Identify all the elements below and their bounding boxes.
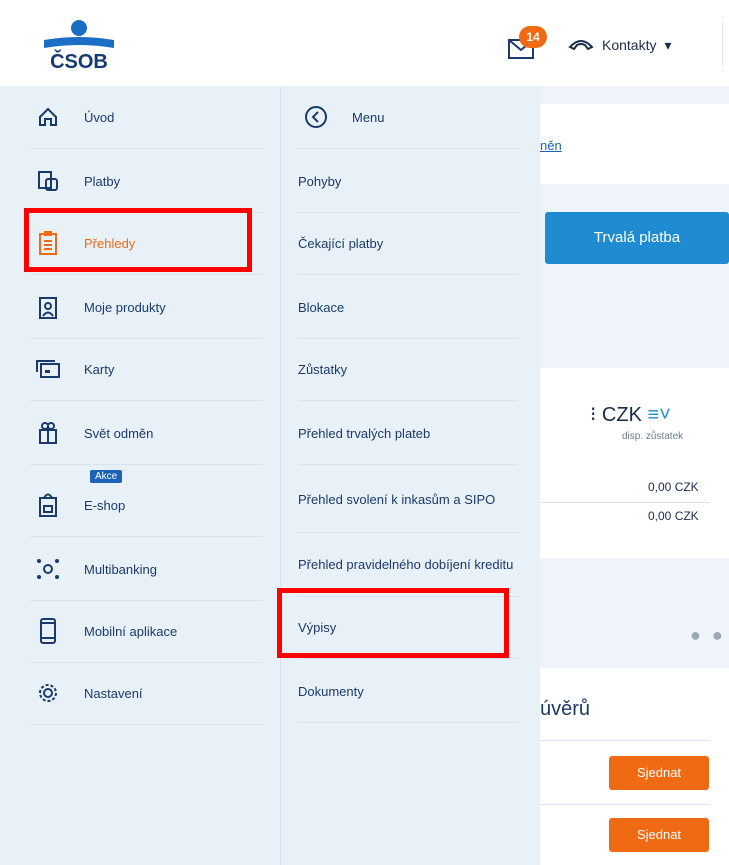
menu-item-multibanking[interactable]: Multibanking	[30, 538, 263, 601]
menu-item-uvod[interactable]: Úvod	[30, 86, 263, 149]
gear-icon	[30, 679, 66, 707]
menu-item-svet-odmen[interactable]: Svět odměn	[30, 402, 263, 465]
submenu-item-label: Přehled trvalých plateb	[298, 425, 431, 441]
submenu-item-label: Blokace	[298, 299, 345, 315]
amount-row-1: 0,00 CZK	[648, 480, 699, 494]
sjednat-button[interactable]: Sjednat	[609, 818, 709, 852]
svg-text:ČSOB: ČSOB	[50, 49, 108, 73]
top-header: ČSOB 14 Kontakty ▾	[0, 0, 729, 87]
submenu-item-pohyby[interactable]: Pohyby	[298, 150, 518, 213]
account-card	[540, 368, 729, 558]
submenu-item-label: Přehled pravidelného dobíjení kreditu	[298, 556, 514, 572]
gift-icon	[30, 419, 66, 447]
amount-row-2: 0,00 CZK	[648, 509, 699, 523]
contacts-label: Kontakty	[602, 37, 657, 53]
balance-label: disp. zůstatek	[622, 431, 684, 442]
submenu-item-label: Dokumenty	[298, 683, 364, 699]
row-divider	[540, 804, 710, 805]
submenu-item-cekajici-platby[interactable]: Čekající platby	[298, 212, 518, 275]
submenu-item-label: Přehled svolení k inkasům a SIPO	[298, 491, 496, 507]
menu-item-platby[interactable]: Platby	[30, 150, 263, 213]
carousel-dots[interactable]: ● ●	[690, 625, 726, 646]
menu-item-label: Úvod	[84, 109, 115, 125]
menu-item-mobilni-aplikace[interactable]: Mobilní aplikace	[30, 600, 263, 663]
menu-item-label: Moje produkty	[84, 299, 166, 315]
akce-badge: Akce	[90, 470, 123, 483]
mobile-icon	[30, 617, 66, 645]
menu-item-label: Mobilní aplikace	[84, 623, 178, 639]
trvala-platba-button[interactable]: Trvalá platba	[545, 212, 729, 264]
background-card	[540, 104, 729, 184]
products-icon	[30, 293, 66, 321]
menu-item-e-shop[interactable]: E-shop	[30, 474, 263, 537]
balance-value: ⁝ CZK ≡˅	[590, 404, 671, 426]
cards-icon	[30, 355, 66, 383]
submenu-item-dokumenty[interactable]: Dokumenty	[298, 660, 518, 723]
csob-logo[interactable]: ČSOB	[40, 18, 118, 74]
multibanking-icon	[30, 555, 66, 583]
menu-item-label: Platby	[84, 173, 121, 189]
phone-icon	[568, 37, 594, 54]
submenu-item-label: Pohyby	[298, 173, 342, 189]
submenu-item-label: Čekající platby	[298, 235, 384, 251]
highlight-prehledy	[24, 208, 252, 272]
row-divider	[540, 502, 710, 503]
row-divider	[540, 740, 710, 741]
menu-back-label: Menu	[352, 109, 385, 125]
chevron-down-icon: ▾	[664, 36, 672, 53]
menu-item-label: Nastavení	[84, 685, 143, 701]
menu-item-label: Karty	[84, 361, 115, 377]
highlight-vypisy	[277, 588, 509, 658]
menu-column-divider	[280, 86, 281, 865]
menu-item-moje-produkty[interactable]: Moje produkty	[30, 276, 263, 339]
submenu-item-prehled-svoleni[interactable]: Přehled svolení k inkasům a SIPO	[298, 466, 518, 533]
submenu-item-zustatky[interactable]: Zůstatky	[298, 338, 518, 401]
menu-item-karty[interactable]: Karty	[30, 338, 263, 401]
submenu-item-label: Zůstatky	[298, 361, 348, 377]
sjednat-button[interactable]: Sjednat	[609, 756, 709, 790]
contacts-dropdown[interactable]: Kontakty ▾	[568, 30, 672, 60]
shop-icon	[30, 491, 66, 519]
mail-count-badge: 14	[519, 26, 547, 48]
home-icon	[30, 103, 66, 131]
menu-item-label: E-shop	[84, 497, 126, 513]
submenu-item-prehled-trvalych-plateb[interactable]: Přehled trvalých plateb	[298, 402, 518, 465]
background-link[interactable]: něn	[540, 138, 562, 153]
header-divider	[722, 22, 723, 66]
menu-item-label: Multibanking	[84, 561, 157, 577]
menu-item-nastaveni[interactable]: Nastavení	[30, 662, 263, 725]
submenu-item-blokace[interactable]: Blokace	[298, 276, 518, 339]
payments-icon	[30, 167, 66, 195]
menu-item-label: Svět odměn	[84, 425, 154, 441]
menu-back-button[interactable]: Menu	[298, 86, 518, 149]
chevron-left-icon	[298, 103, 334, 131]
loans-section-title: úvěrů	[540, 698, 591, 720]
